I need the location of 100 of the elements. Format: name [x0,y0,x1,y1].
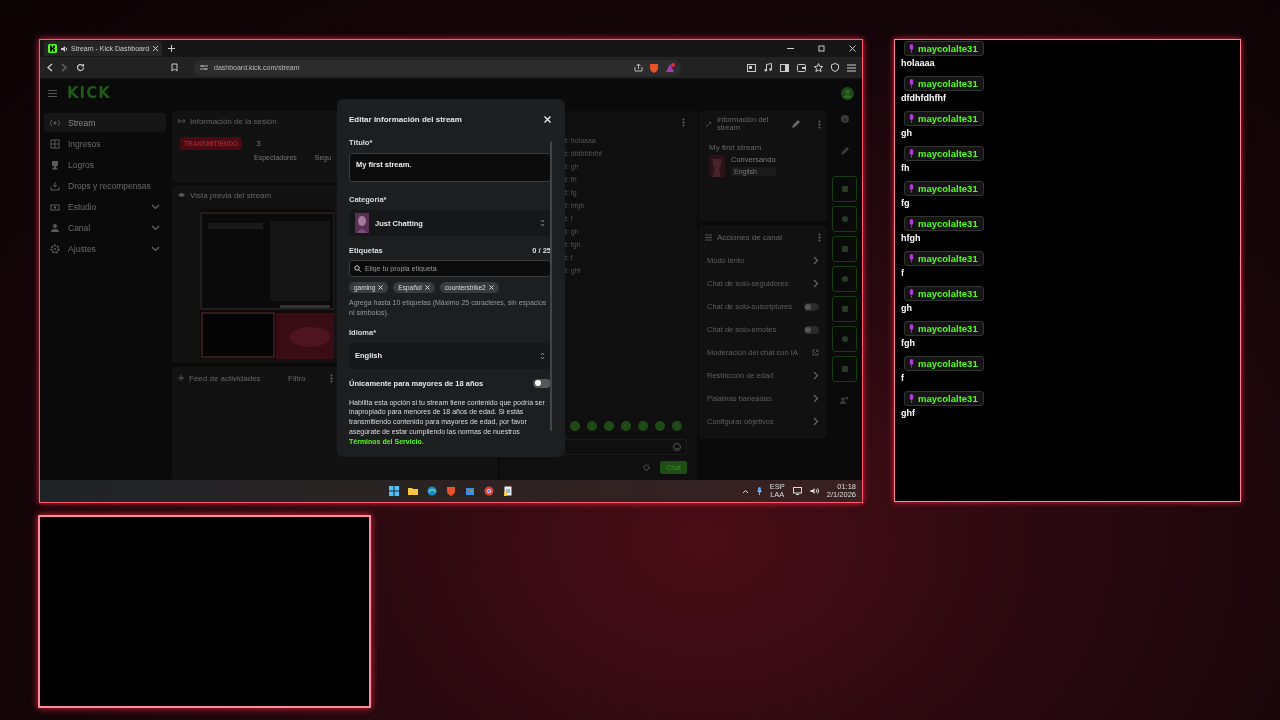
menu-icon[interactable] [48,89,57,97]
toggle-switch[interactable] [804,325,819,334]
microphone-icon [909,44,914,53]
dialog-title: Editar información del stream [349,115,462,124]
chevron-up-icon[interactable] [741,488,749,494]
kebab-icon[interactable] [329,373,333,383]
square-icon [840,305,849,313]
username-badge: maycolalte31 [904,216,984,231]
bookmark-icon[interactable] [171,63,178,72]
microphone-icon [909,394,914,403]
kick-logo[interactable]: KICK [67,84,111,102]
volume-icon[interactable] [809,487,819,495]
chat-message: gh [901,127,912,139]
viewer-count: 3 [256,139,261,148]
shield-icon[interactable] [831,63,839,72]
close-icon[interactable] [152,45,160,52]
chat-message: f [901,267,904,279]
toggle-switch[interactable] [533,378,551,388]
panel-title: Acciones de canal [717,232,783,242]
share-icon[interactable] [634,63,643,72]
chevron-down-icon [151,224,160,231]
username-badge: maycolalte31 [904,321,984,336]
monitor-icon[interactable] [792,487,802,495]
external-link-icon [812,349,819,356]
username-badge: maycolalte31 [904,391,984,406]
chat-message: fgh [901,337,915,349]
star-icon[interactable] [814,63,823,72]
wallet-icon[interactable] [797,63,806,72]
grid-icon [50,138,60,149]
sidebar-item[interactable]: Stream [44,113,166,132]
broadcast-icon [50,117,60,128]
microphone-icon [909,254,914,263]
list-icon [705,233,712,241]
sidebar-item[interactable]: Ajustes [44,239,166,258]
microphone-icon [909,149,914,158]
microphone-icon [909,359,914,368]
gear-icon[interactable] [643,464,651,471]
square-icon [840,245,849,253]
chat-message: fg [901,197,910,209]
panel-title: Información de la sesión [190,116,277,126]
username-badge: maycolalte31 [904,41,984,56]
close-icon[interactable] [849,45,856,52]
toggle-switch[interactable] [804,302,819,311]
chevron-down-icon [151,245,160,252]
tune-icon [200,64,208,71]
chevron-right-icon [813,279,819,288]
filter-button[interactable]: Filtro [288,373,306,383]
person-icon [50,222,60,233]
microphone-icon[interactable] [756,487,762,495]
reload-icon[interactable] [76,63,85,72]
arrows-icon [178,118,185,124]
trophy-icon [50,159,60,170]
username-badge: maycolalte31 [904,146,984,161]
globe-icon[interactable] [427,486,437,496]
remove-icon[interactable] [488,285,494,290]
store-icon[interactable] [465,486,475,496]
plus-icon[interactable] [168,45,175,52]
reader-icon[interactable] [747,63,756,72]
kebab-icon[interactable] [682,117,685,127]
sidebar-item[interactable]: Logros [44,155,166,174]
back-icon[interactable] [46,63,53,72]
pencil-icon[interactable] [791,119,800,129]
sidebar-item[interactable]: Estudio [44,197,166,216]
square-icon [840,365,849,373]
camera-icon [50,201,60,212]
chat-message: dfdhfdhfhf [901,92,946,104]
kebab-icon[interactable] [818,119,821,129]
category-thumbnail [709,155,725,177]
panel-title: Vista previa del stream [190,190,272,200]
gear-icon [50,243,60,254]
avatar-icon[interactable] [841,86,854,100]
triangle-icon[interactable] [665,62,675,73]
remove-icon[interactable] [378,285,384,290]
minimize-icon[interactable] [787,45,794,52]
sidebar-item[interactable]: Ingresos [44,134,166,153]
forward-icon[interactable] [61,63,68,72]
microphone-icon [909,184,914,193]
sidebar-icon[interactable] [780,63,789,72]
username-badge: maycolalte31 [904,76,984,91]
plus-icon [178,375,184,381]
circle-logo-icon[interactable] [484,486,494,496]
wrench-icon [705,120,712,128]
eye-icon [178,192,185,198]
stream-title: My first stream. [708,142,765,154]
folder-icon[interactable] [408,486,418,496]
maximize-icon[interactable] [818,45,825,52]
windows-icon[interactable] [389,486,399,496]
username-badge: maycolalte31 [904,286,984,301]
username-badge: maycolalte31 [904,356,984,371]
document-icon[interactable] [503,486,513,496]
chat-message: ghf [901,407,915,419]
smiley-icon[interactable] [673,443,681,451]
sidebar-item[interactable]: Canal [44,218,166,237]
music-icon[interactable] [764,63,772,72]
sidebar-item[interactable]: Drops y recompensas [44,176,166,195]
chevron-right-icon [813,417,819,426]
kebab-icon[interactable] [818,232,821,242]
remove-icon[interactable] [424,285,430,290]
microphone-icon [909,324,914,333]
speaker-icon [60,44,68,53]
